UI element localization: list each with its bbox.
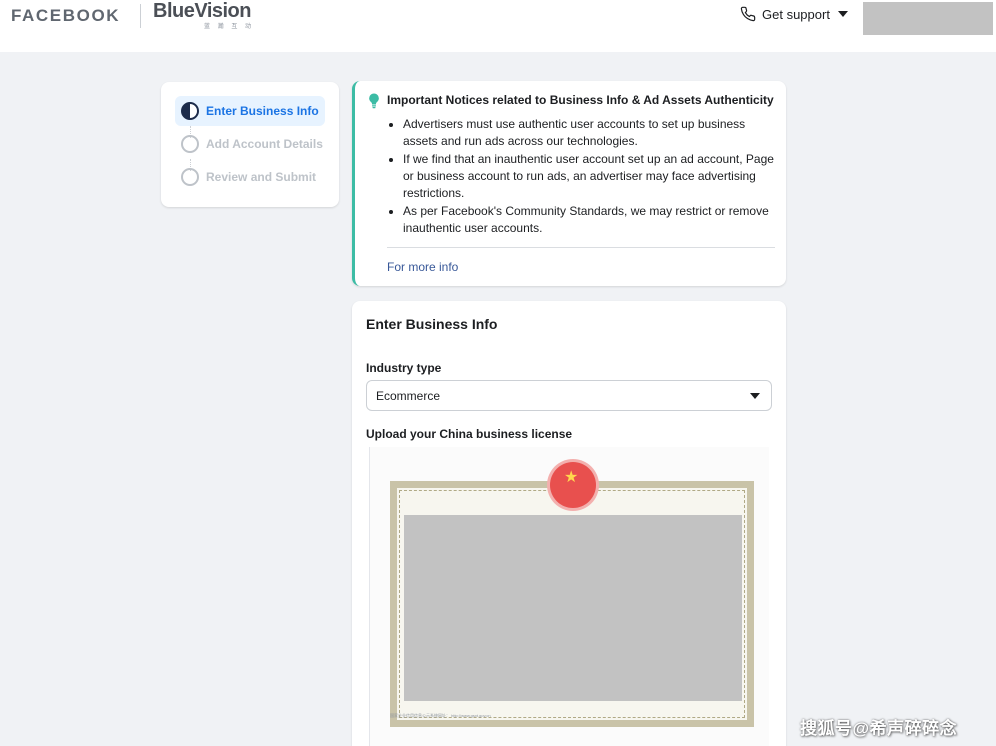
star-icon: ★: [564, 469, 579, 486]
facebook-logo[interactable]: FACEBOOK: [11, 6, 120, 26]
watermark-text: 搜狐号@希声碎碎念: [800, 719, 958, 738]
notice-title: Important Notices related to Business In…: [387, 93, 774, 107]
step-review-and-submit[interactable]: Review and Submit: [175, 162, 316, 192]
notice-divider: [387, 247, 775, 248]
get-support-button[interactable]: Get support: [740, 6, 848, 22]
dropdown-arrow-icon: [750, 393, 760, 399]
bluevision-logo-subtext: 蓝 瀚 互 动: [204, 24, 255, 30]
get-support-label: Get support: [762, 6, 830, 22]
redacted-account-area[interactable]: [863, 2, 993, 35]
bluevision-logo-text: BlueVision: [153, 0, 252, 22]
notice-list: Advertisers must use authentic user acco…: [403, 116, 783, 238]
national-emblem-icon: ★: [550, 462, 596, 508]
industry-type-select[interactable]: Ecommerce: [366, 380, 772, 411]
step-label: Enter Business Info: [206, 104, 319, 118]
certificate-footer-text: 国家企业信用信息公示系统网址： http://www.gsxt.gov.cn: [390, 713, 491, 718]
lightbulb-icon: [369, 93, 379, 109]
business-license-label: Upload your China business license: [366, 427, 573, 441]
bluevision-logo: BlueVision 蓝 瀚 互 动: [153, 0, 252, 30]
step-label: Add Account Details: [206, 137, 323, 151]
notice-bullet: Advertisers must use authentic user acco…: [403, 116, 783, 150]
header-divider: [140, 4, 141, 28]
half-circle-icon: [181, 102, 199, 120]
top-header: FACEBOOK BlueVision 蓝 瀚 互 动 Get support: [0, 0, 996, 52]
progress-steps: Enter Business Info Add Account Details …: [161, 82, 339, 207]
form-title: Enter Business Info: [366, 316, 498, 332]
step-label: Review and Submit: [206, 170, 317, 184]
step-enter-business-info[interactable]: Enter Business Info: [175, 96, 325, 126]
redacted-license-content: [404, 515, 742, 701]
business-info-form: Enter Business Info Industry type Ecomme…: [352, 301, 786, 746]
empty-circle-icon: [181, 135, 199, 153]
step-add-account-details[interactable]: Add Account Details: [175, 129, 323, 159]
notice-bullet: As per Facebook's Community Standards, w…: [403, 203, 783, 237]
notice-card: Important Notices related to Business In…: [352, 81, 786, 286]
industry-type-value: Ecommerce: [376, 388, 441, 403]
for-more-info-link[interactable]: For more info: [387, 260, 458, 274]
empty-circle-icon: [181, 168, 199, 186]
notice-bullet: If we find that an inauthentic user acco…: [403, 151, 783, 202]
industry-type-label: Industry type: [366, 361, 442, 375]
phone-icon: [740, 6, 756, 22]
chevron-down-icon: [837, 11, 848, 17]
business-license-preview[interactable]: ★ 国家企业信用信息公示系统网址： http://www.gsxt.gov.cn: [369, 447, 769, 746]
